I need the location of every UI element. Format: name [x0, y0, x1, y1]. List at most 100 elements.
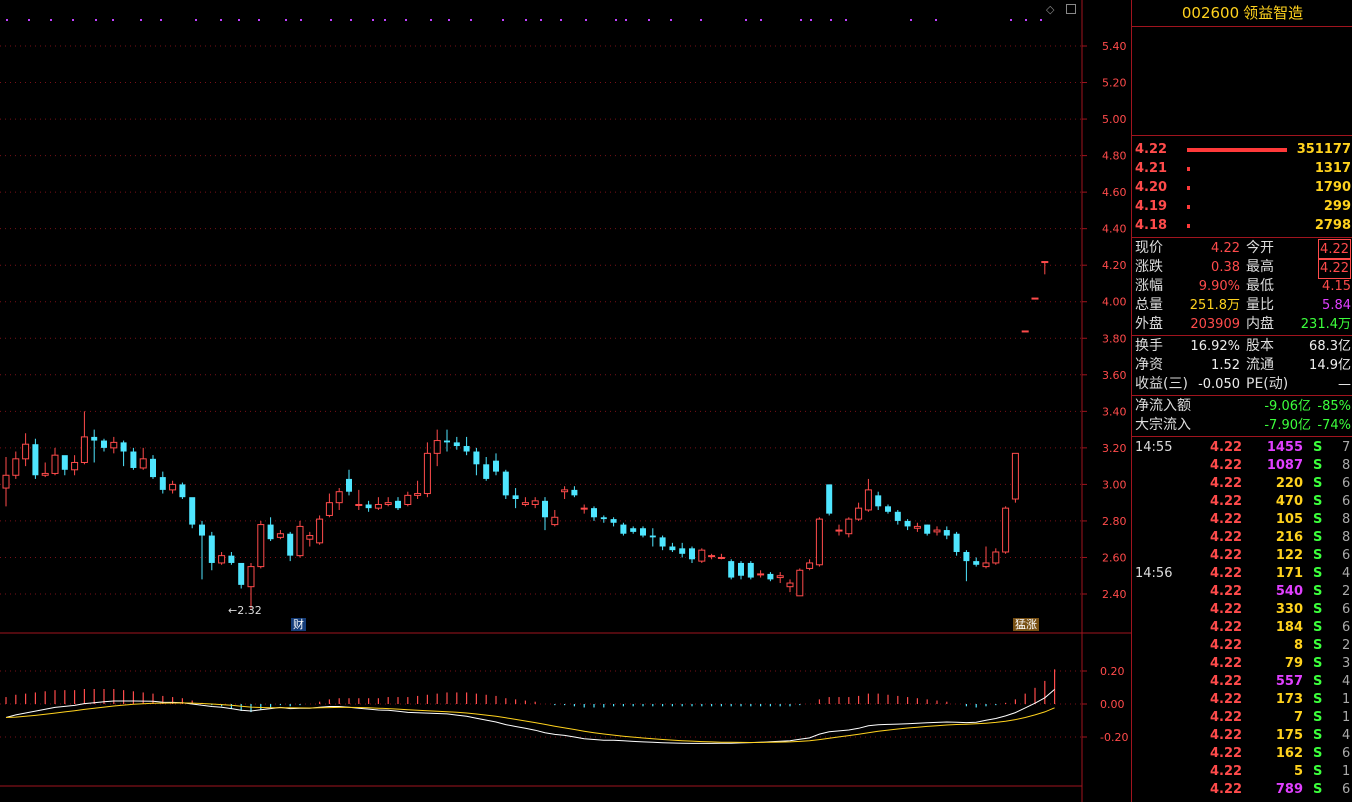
candle[interactable]	[91, 429, 98, 463]
candle[interactable]	[708, 553, 716, 560]
candle[interactable]	[120, 440, 127, 467]
tick-row[interactable]: 4.22 216 S 8	[1132, 529, 1352, 547]
candle[interactable]	[433, 429, 441, 467]
tick-row[interactable]: 4.22 105 S 8	[1132, 511, 1352, 529]
candle[interactable]	[542, 497, 548, 531]
candle[interactable]	[355, 489, 363, 510]
candle[interactable]	[22, 433, 30, 467]
tick-row[interactable]: 4.22 175 S 4	[1132, 727, 1352, 745]
candle[interactable]	[139, 447, 147, 470]
candle[interactable]	[551, 509, 559, 527]
candle[interactable]	[864, 478, 872, 512]
candle[interactable]	[845, 517, 853, 538]
candle[interactable]	[12, 451, 20, 479]
candle[interactable]	[404, 491, 412, 507]
candle[interactable]	[150, 455, 156, 479]
tick-row[interactable]: 14:56 4.22 171 S 4	[1132, 565, 1352, 583]
kline-chart[interactable]: 5.40 5.20 5.00 4.80 4.60 4.40 4.20 4.00 3.80 3.60…	[0, 0, 1131, 802]
candle[interactable]	[414, 480, 422, 500]
candle[interactable]	[32, 438, 39, 479]
candle[interactable]	[806, 559, 814, 571]
candle[interactable]	[992, 548, 1000, 565]
candle[interactable]	[561, 486, 569, 500]
candle[interactable]	[257, 520, 265, 569]
bid-row[interactable]: 4.21 1317	[1132, 159, 1352, 178]
candle[interactable]	[747, 561, 754, 580]
tick-row[interactable]: 4.22 330 S 6	[1132, 601, 1352, 619]
candle[interactable]	[189, 497, 196, 529]
candle[interactable]	[61, 455, 68, 476]
tick-row[interactable]: 4.22 162 S 6	[1132, 745, 1352, 763]
candle[interactable]	[365, 500, 372, 512]
tick-row[interactable]: 4.22 220 S 6	[1132, 475, 1352, 493]
candle[interactable]	[767, 572, 774, 582]
candle[interactable]	[110, 436, 118, 454]
candle[interactable]	[423, 442, 431, 498]
candle[interactable]	[630, 526, 637, 534]
candle[interactable]	[689, 546, 695, 563]
candle[interactable]	[698, 548, 706, 563]
tick-row[interactable]: 4.22 173 S 1	[1132, 691, 1352, 709]
candle[interactable]	[483, 457, 490, 481]
bid-row[interactable]: 4.22 351177	[1132, 140, 1352, 159]
tick-row[interactable]: 4.22 557 S 4	[1132, 673, 1352, 691]
candle[interactable]	[620, 522, 627, 536]
candle[interactable]	[600, 515, 607, 523]
candle[interactable]	[80, 411, 88, 465]
candle[interactable]	[238, 562, 245, 589]
candle[interactable]	[395, 497, 401, 510]
candle[interactable]	[659, 535, 666, 551]
candle[interactable]	[493, 453, 499, 476]
candle[interactable]	[885, 504, 891, 514]
tick-row[interactable]: 4.22 540 S 2	[1132, 583, 1352, 601]
candle[interactable]	[1002, 506, 1010, 554]
tick-row[interactable]: 4.22 79 S 3	[1132, 655, 1352, 673]
candle[interactable]	[796, 568, 804, 597]
candle[interactable]	[325, 493, 333, 518]
candle[interactable]	[218, 551, 226, 565]
tick-list[interactable]: 14:55 4.22 1455 S 7 4.22 1087 S 8 4.22 220 S 6 4.22 47…	[1132, 437, 1352, 799]
tick-row[interactable]: 4.22 184 S 6	[1132, 619, 1352, 637]
candle[interactable]	[208, 531, 215, 571]
candle[interactable]	[1041, 261, 1049, 275]
candle[interactable]	[130, 447, 137, 470]
panel-toggle-icon[interactable]	[1066, 4, 1076, 14]
tick-row[interactable]: 4.22 7 S 1	[1132, 709, 1352, 727]
candle[interactable]	[169, 480, 177, 494]
tick-row[interactable]: 4.22 789 S 6	[1132, 781, 1352, 799]
candle[interactable]	[738, 561, 744, 580]
candle[interactable]	[521, 497, 529, 507]
candle[interactable]	[1031, 297, 1039, 300]
candle[interactable]	[453, 436, 460, 450]
candle[interactable]	[463, 436, 470, 456]
candle[interactable]	[512, 488, 519, 509]
candle[interactable]	[2, 457, 10, 507]
bid-row[interactable]: 4.20 1790	[1132, 178, 1352, 197]
diamond-icon[interactable]: ◇	[1046, 4, 1054, 15]
candle[interactable]	[982, 546, 990, 569]
finance-tag[interactable]: 财	[291, 618, 306, 631]
candle[interactable]	[71, 455, 79, 476]
candle[interactable]	[51, 447, 59, 476]
candle[interactable]	[41, 462, 49, 478]
tick-row[interactable]: 4.22 470 S 6	[1132, 493, 1352, 511]
candle[interactable]	[531, 497, 539, 509]
candle[interactable]	[924, 524, 931, 536]
tick-row[interactable]: 4.22 5 S 1	[1132, 763, 1352, 781]
candle[interactable]	[1021, 330, 1029, 333]
tick-row[interactable]: 4.22 122 S 6	[1132, 547, 1352, 565]
candle[interactable]	[199, 520, 205, 580]
candle[interactable]	[875, 491, 882, 510]
candle[interactable]	[306, 531, 314, 547]
candle[interactable]	[228, 551, 235, 565]
candle[interactable]	[296, 520, 304, 558]
tick-row[interactable]: 4.22 1087 S 8	[1132, 457, 1352, 475]
candle[interactable]	[855, 502, 863, 521]
candle[interactable]	[247, 562, 255, 609]
candle[interactable]	[571, 486, 578, 498]
candle[interactable]	[679, 542, 686, 558]
candle[interactable]	[728, 559, 735, 580]
candle[interactable]	[963, 550, 970, 582]
candle[interactable]	[473, 447, 480, 476]
candle[interactable]	[757, 570, 765, 578]
